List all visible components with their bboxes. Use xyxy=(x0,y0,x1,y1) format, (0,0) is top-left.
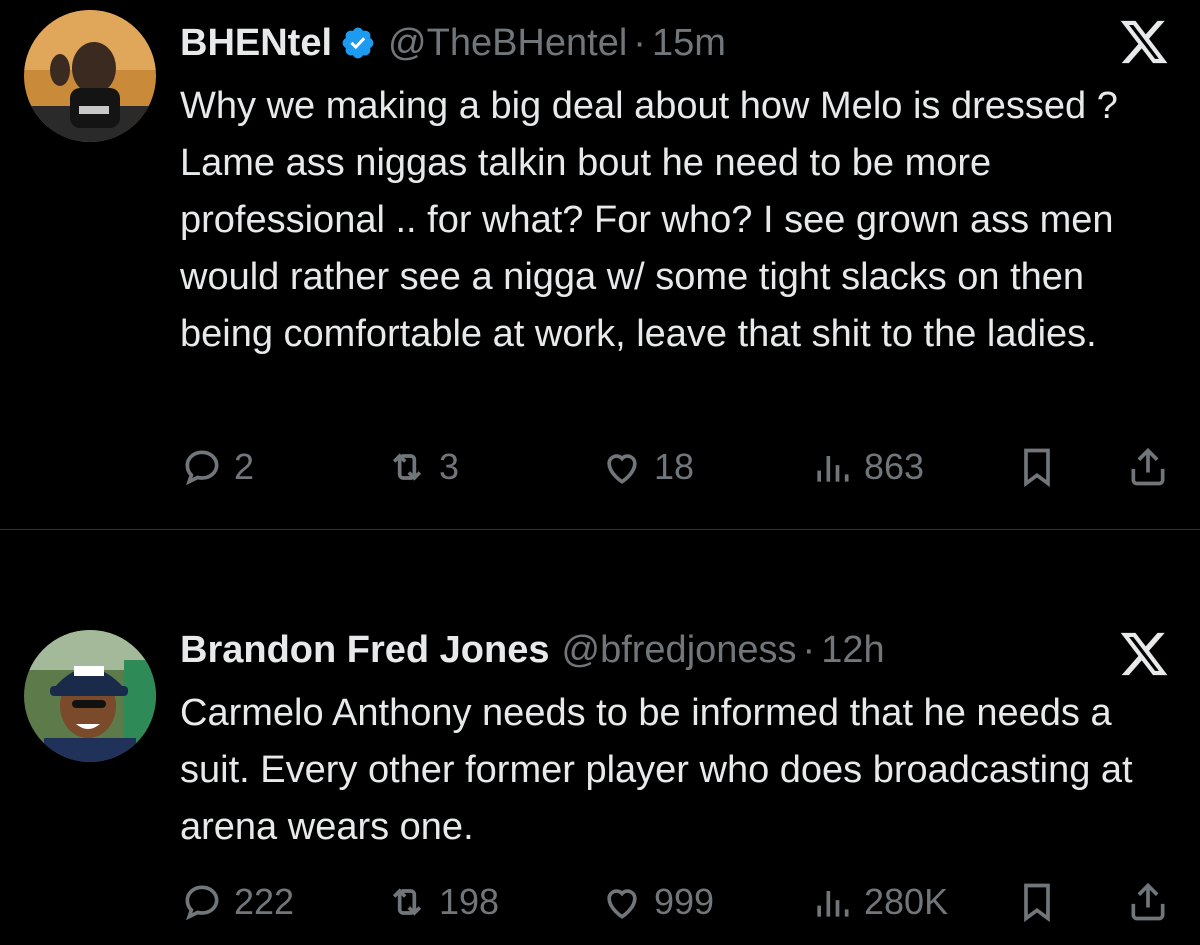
x-logo-icon xyxy=(1120,632,1168,676)
action-bar: 222 198 999 280K xyxy=(180,877,1180,927)
reply-count: 2 xyxy=(234,446,255,487)
like-button[interactable]: 999 xyxy=(600,877,714,927)
share-icon xyxy=(1131,447,1165,486)
views-button[interactable]: 863 xyxy=(810,442,924,492)
repost-count: 3 xyxy=(439,446,460,487)
avatar[interactable] xyxy=(24,10,156,142)
user-handle[interactable]: @TheBHentel xyxy=(388,22,627,65)
views-icon xyxy=(817,456,849,482)
like-button[interactable]: 18 xyxy=(600,442,694,492)
repost-button[interactable]: 3 xyxy=(385,442,459,492)
tweet-2[interactable]: Brandon Fred Jones @bfredjoness · 12h Ca… xyxy=(0,530,1200,945)
tweet-text: Carmelo Anthony needs to be informed tha… xyxy=(180,692,1133,848)
view-count: 863 xyxy=(864,446,925,487)
repost-count: 198 xyxy=(439,881,500,922)
like-icon xyxy=(607,454,637,484)
action-bar: 2 3 18 863 xyxy=(180,442,1180,492)
reply-icon xyxy=(185,450,219,486)
share-button[interactable] xyxy=(1126,877,1170,927)
tweet-header: Brandon Fred Jones @bfredjoness · 12h xyxy=(180,625,885,675)
views-button[interactable]: 280K xyxy=(810,877,948,927)
display-name[interactable]: BHENtel xyxy=(180,22,332,65)
separator: · xyxy=(633,21,646,64)
avatar[interactable] xyxy=(24,630,156,762)
verified-badge-icon xyxy=(342,27,374,59)
like-count: 999 xyxy=(654,881,715,922)
tweet-1[interactable]: BHENtel @TheBHentel · 15m Why we making … xyxy=(0,0,1200,530)
bookmark-icon xyxy=(1024,883,1050,923)
reply-button[interactable]: 222 xyxy=(180,877,294,927)
x-logo-icon xyxy=(1120,20,1168,64)
repost-icon xyxy=(392,888,422,916)
view-count: 280K xyxy=(864,881,949,922)
repost-button[interactable]: 198 xyxy=(385,877,499,927)
views-icon xyxy=(817,891,849,917)
display-name[interactable]: Brandon Fred Jones xyxy=(180,629,550,672)
share-button[interactable] xyxy=(1126,442,1170,492)
tweet-header: BHENtel @TheBHentel · 15m xyxy=(180,18,726,68)
bookmark-button[interactable] xyxy=(1015,442,1059,492)
timestamp[interactable]: 12h xyxy=(821,629,884,672)
like-count: 18 xyxy=(654,446,695,487)
tweet-text: Why we making a big deal about how Melo … xyxy=(180,85,1118,355)
repost-icon xyxy=(392,453,422,481)
like-icon xyxy=(607,889,637,919)
reply-icon xyxy=(185,885,219,921)
bookmark-icon xyxy=(1024,448,1050,488)
reply-button[interactable]: 2 xyxy=(180,442,254,492)
separator: · xyxy=(802,628,816,671)
bookmark-button[interactable] xyxy=(1015,877,1059,927)
share-icon xyxy=(1131,882,1165,921)
user-handle[interactable]: @bfredjoness xyxy=(562,629,797,672)
reply-count: 222 xyxy=(234,881,295,922)
timestamp[interactable]: 15m xyxy=(652,22,726,65)
